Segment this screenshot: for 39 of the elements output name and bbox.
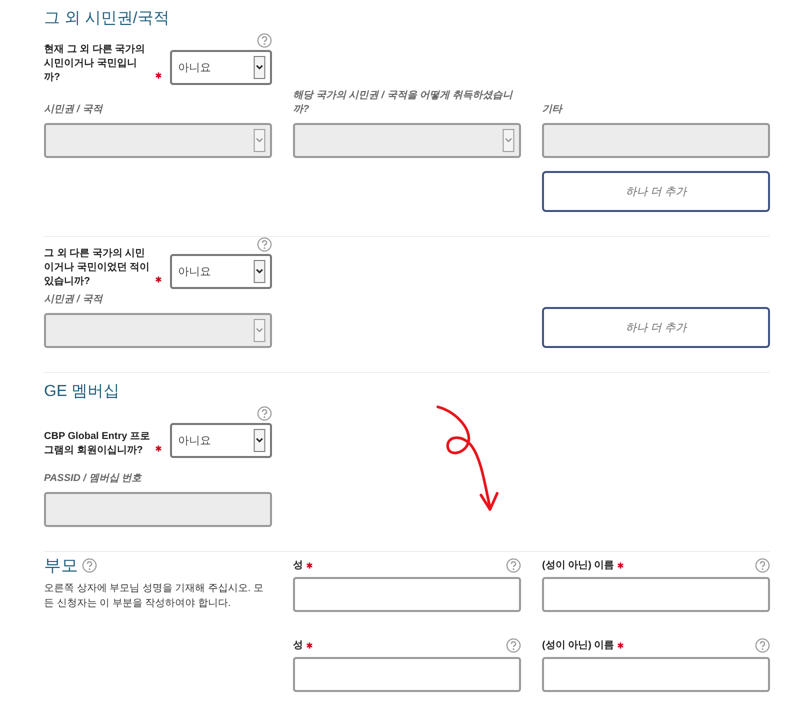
help-icon[interactable] [755,558,770,572]
text-field[interactable] [542,577,770,612]
help-icon[interactable] [506,638,521,652]
field-label: 해당 국가의 시민권 / 국적을 어떻게 취득하셨습니까? [293,89,514,117]
chevron-down-icon [253,429,266,452]
help-icon[interactable] [755,638,770,652]
help-icon[interactable] [257,33,272,48]
dropdown[interactable]: 아니요 [170,50,272,85]
field-label: 성 [293,559,303,572]
field-label: (성이 아닌) 이름 [542,559,614,572]
field-label: 시민권 / 국적 [44,293,104,307]
question-label: 현재 그 외 다른 국가의 시민이거나 국민입니까? [44,43,146,85]
dropdown[interactable]: 아니요 [170,254,272,289]
help-icon[interactable] [257,237,272,252]
section-title: GE 멤버십 [44,382,120,402]
question-label: 그 외 다른 국가의 시민이거나 국민이었던 적이 있습니까? [44,247,151,289]
add-another-button[interactable]: 하나 더 추가 [542,171,770,212]
text-field[interactable] [542,657,770,692]
help-icon[interactable] [506,558,521,572]
help-icon[interactable] [257,406,272,421]
chevron-down-icon [253,56,266,79]
help-icon[interactable] [82,558,97,573]
question-label: CBP Global Entry 프로그램의 회원이십니까? [44,430,151,458]
field-label: 시민권 / 국적 [44,103,104,117]
dropdown[interactable]: 아니요 [170,423,272,458]
field-label: PASSID / 멤버십 번호 [44,472,143,486]
chevron-down-icon [502,129,515,152]
field-label: 기타 [542,103,564,117]
section-title: 그 외 시민권/국적 [44,9,170,29]
text-field[interactable] [293,577,521,612]
chevron-down-icon [253,129,266,152]
section-title: 부모 [44,555,78,577]
field-label: (성이 아닌) 이름 [542,639,614,652]
field-label: 성 [293,639,303,652]
add-another-button[interactable]: 하나 더 추가 [542,307,770,348]
section-description: 오른쪽 상자에 부모님 성명을 기재해 주십시오. 모든 신청자는 이 부분을 작성하여야 합니다. [44,582,264,611]
text-field[interactable] [293,657,521,692]
chevron-down-icon [253,260,266,283]
chevron-down-icon [253,319,266,342]
